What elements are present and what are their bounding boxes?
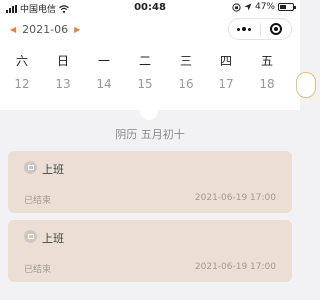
location-icon (244, 3, 252, 11)
date-cell[interactable]: 18 (255, 77, 279, 91)
battery-percent: 47% (254, 2, 275, 12)
weekday-label: 二 (138, 54, 151, 68)
event-status: 已结束 (24, 196, 52, 206)
calendar-header: ◀ 2021-06 ▶ 六 日 一 二 三 四 五 12 13 14 15 16… (0, 16, 316, 110)
date-cell[interactable]: 13 (51, 77, 75, 91)
weekday-label: 日 (56, 54, 69, 68)
orientation-lock-icon (232, 2, 241, 12)
weekday-label: 一 (97, 54, 110, 68)
calendar-icon (24, 230, 37, 243)
event-title: 上班 (42, 163, 64, 176)
event-card[interactable]: 上班 已结束 2021-06-19 17:00 (8, 220, 292, 282)
more-button[interactable] (229, 19, 260, 39)
event-card[interactable]: 上班 已结束 2021-06-19 17:00 (8, 151, 292, 213)
month-label[interactable]: 2021-06 (22, 23, 68, 36)
calendar-icon (24, 161, 37, 174)
battery-icon (278, 3, 296, 11)
battery-fill (280, 5, 286, 9)
close-button[interactable] (260, 19, 291, 39)
weekday-label: 六 (15, 54, 28, 68)
prev-month-button[interactable]: ◀ (10, 25, 16, 34)
event-title: 上班 (42, 232, 64, 245)
expand-calendar-handle[interactable] (140, 102, 158, 120)
status-bar: 中国电信 00:48 47% (0, 0, 300, 16)
month-nav: ◀ 2021-06 ▶ (10, 23, 80, 36)
date-cell[interactable]: 17 (214, 77, 238, 91)
lunar-date: 阴历 五月初十 (115, 128, 185, 141)
weekday-label: 四 (219, 54, 232, 68)
more-icon (237, 27, 252, 31)
date-cell[interactable]: 16 (174, 77, 198, 91)
event-status: 已结束 (24, 265, 52, 275)
status-right: 47% (232, 2, 296, 12)
weekday-row: 六 日 一 二 三 四 五 (0, 52, 300, 70)
date-cell[interactable]: 12 (10, 77, 34, 91)
event-time: 2021-06-19 17:00 (194, 193, 276, 203)
weekday-label: 五 (260, 54, 273, 68)
close-icon (269, 23, 282, 35)
date-cell[interactable]: 14 (92, 77, 116, 91)
date-row: 12 13 14 15 16 17 18 (0, 77, 300, 95)
weekday-label: 三 (179, 54, 192, 68)
next-month-button[interactable]: ▶ (74, 25, 80, 34)
date-cell[interactable]: 15 (133, 77, 157, 91)
event-time: 2021-06-19 17:00 (194, 262, 276, 272)
mini-program-capsule (228, 18, 292, 40)
selected-date-cell[interactable] (296, 72, 316, 98)
